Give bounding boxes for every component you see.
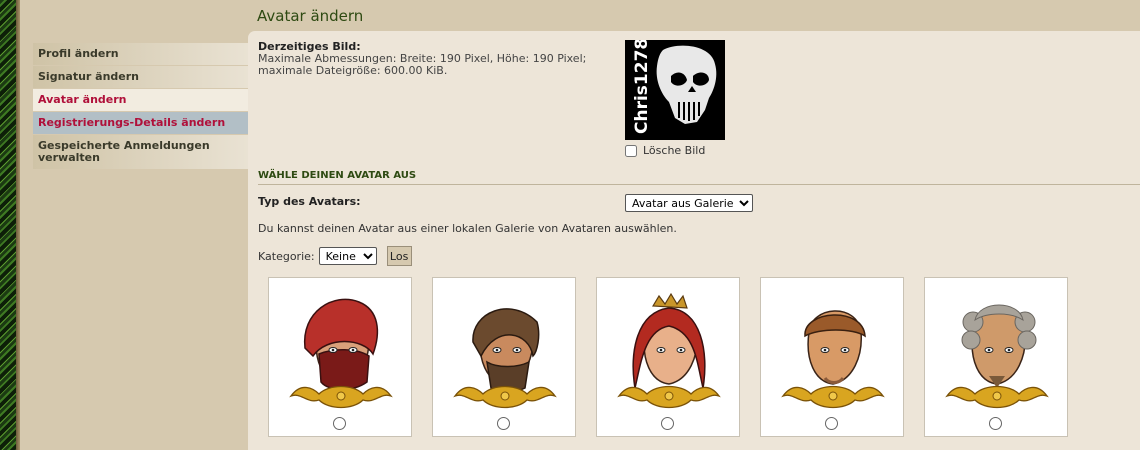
avatar-gallery bbox=[268, 277, 1068, 437]
sidebar-item-anmeldungen[interactable]: Gespeicherte Anmeldungen verwalten bbox=[33, 135, 248, 169]
delete-image-checkbox[interactable] bbox=[625, 144, 637, 157]
avatar-type-select[interactable]: Avatar aus Galerie bbox=[625, 194, 753, 212]
section-heading: WÄHLE DEINEN AVATAR AUS bbox=[258, 170, 1140, 185]
avatar-select-radio[interactable] bbox=[989, 417, 1002, 430]
delete-image-row[interactable]: Lösche Bild bbox=[625, 144, 705, 157]
current-avatar-info: Derzeitiges Bild: Maximale Abmessungen: … bbox=[258, 41, 618, 77]
bearded-man-avatar bbox=[453, 308, 557, 409]
sidebar-nav: Profil ändern Signatur ändern Avatar änd… bbox=[33, 43, 248, 170]
gallery-card[interactable] bbox=[432, 277, 576, 437]
sidebar-item-avatar[interactable]: Avatar ändern bbox=[33, 89, 248, 111]
go-button[interactable]: Los bbox=[386, 246, 412, 266]
gallery-card[interactable] bbox=[596, 277, 740, 437]
main-panel: Derzeitiges Bild: Maximale Abmessungen: … bbox=[248, 31, 1140, 450]
gallery-card[interactable] bbox=[924, 277, 1068, 437]
page-title: Avatar ändern bbox=[257, 7, 364, 25]
sidebar-item-profil[interactable]: Profil ändern bbox=[33, 43, 248, 65]
avatar-type-label: Typ des Avatars: bbox=[258, 195, 361, 208]
gallery-card[interactable] bbox=[760, 277, 904, 437]
bowl-cut-man-avatar bbox=[781, 310, 885, 409]
sidebar: Profil ändern Signatur ändern Avatar änd… bbox=[20, 0, 248, 450]
avatar-select-radio[interactable] bbox=[333, 417, 346, 430]
category-label: Kategorie: bbox=[258, 249, 315, 263]
sidebar-item-registrierung[interactable]: Registrierungs-Details ändern bbox=[33, 112, 248, 134]
gallery-description: Du kannst deinen Avatar aus einer lokale… bbox=[258, 222, 677, 235]
delete-image-label: Lösche Bild bbox=[643, 144, 706, 157]
red-haired-queen-avatar bbox=[617, 292, 721, 409]
avatar-select-radio[interactable] bbox=[661, 417, 674, 430]
gallery-card[interactable] bbox=[268, 277, 412, 437]
category-select[interactable]: Keine bbox=[318, 247, 377, 265]
header-band bbox=[248, 0, 1140, 31]
max-filesize-text: maximale Dateigröße: 600.00 KiB. bbox=[258, 64, 448, 77]
sidebar-item-signatur[interactable]: Signatur ändern bbox=[33, 66, 248, 88]
avatar-select-radio[interactable] bbox=[825, 417, 838, 430]
avatar-select-radio[interactable] bbox=[497, 417, 510, 430]
jungle-border-decoration bbox=[0, 0, 20, 450]
category-row: Kategorie: Keine Los bbox=[258, 246, 412, 266]
current-avatar-image: Chris1278 bbox=[625, 40, 725, 140]
red-hooded-assassin-avatar bbox=[289, 298, 393, 409]
powdered-wig-noble-avatar bbox=[945, 304, 1049, 409]
skull-icon bbox=[656, 45, 717, 124]
avatar-username-text: Chris1278 bbox=[632, 40, 652, 134]
